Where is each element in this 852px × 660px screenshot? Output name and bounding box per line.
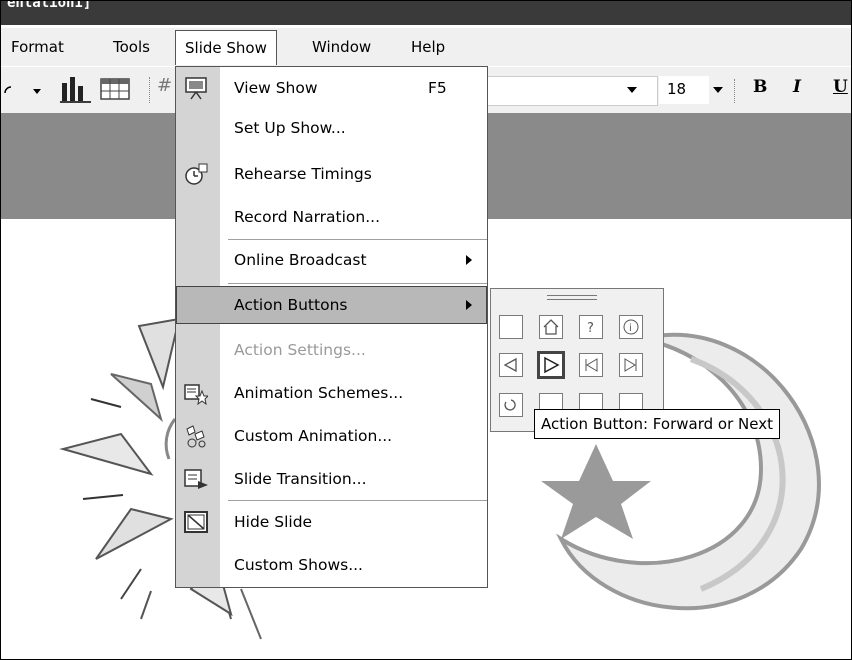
menu-format[interactable]: Format (11, 30, 64, 64)
palette-drag-handle[interactable] (547, 299, 597, 300)
menu-item-set-up-show[interactable]: Set Up Show... (176, 109, 487, 147)
menu-item-action-buttons[interactable]: Action Buttons (176, 286, 487, 324)
window-title: entation1] (7, 0, 92, 11)
menu-item-slide-transition[interactable]: Slide Transition... (176, 460, 487, 498)
menu-item-label: Record Narration... (234, 208, 381, 226)
bold-button[interactable]: B (753, 77, 767, 97)
menu-item-view-show[interactable]: View Show F5 (176, 69, 487, 107)
action-button-back-or-previous[interactable] (499, 353, 523, 377)
action-button-forward-or-next[interactable] (537, 351, 565, 379)
forward-arrow-icon (544, 356, 560, 374)
submenu-arrow-icon (466, 300, 472, 310)
hide-slide-icon (184, 511, 208, 533)
action-button-information[interactable]: i (619, 315, 643, 339)
back-arrow-icon (503, 357, 517, 373)
powerpoint-window: entation1] Format Tools Slide Show Windo… (0, 0, 852, 660)
return-icon (504, 399, 516, 411)
toolbar-separator (149, 77, 152, 103)
menu-help[interactable]: Help (411, 30, 445, 64)
menu-item-custom-shows[interactable]: Custom Shows... (176, 546, 487, 584)
menu-item-label: Rehearse Timings (234, 165, 372, 183)
font-name-dropdown-icon[interactable] (625, 83, 639, 95)
custom-animation-icon (186, 425, 206, 448)
tooltip: Action Button: Forward or Next (534, 409, 780, 439)
rehearse-timings-icon (185, 163, 208, 185)
title-bar: entation1] (1, 1, 851, 25)
slide-show-menu: View Show F5 Set Up Show... Rehearse Tim… (175, 66, 488, 588)
menu-item-online-broadcast[interactable]: Online Broadcast (176, 241, 487, 279)
menu-item-label: View Show (234, 79, 318, 97)
slide-transition-icon (184, 469, 208, 489)
menu-item-label: Animation Schemes... (234, 384, 404, 402)
insert-chart-icon[interactable] (59, 73, 93, 105)
menu-item-label: Slide Transition... (234, 470, 367, 488)
font-size-box[interactable]: 18 (659, 76, 709, 104)
menu-item-rehearse-timings[interactable]: Rehearse Timings (176, 155, 487, 193)
information-icon: i (623, 319, 639, 335)
menu-item-label: Custom Animation... (234, 427, 393, 445)
undo-dropdown-icon[interactable] (3, 77, 43, 105)
view-show-icon (185, 77, 207, 100)
menu-item-animation-schemes[interactable]: Animation Schemes... (176, 374, 487, 412)
action-button-return[interactable] (499, 393, 523, 417)
toolbar-separator (734, 79, 737, 103)
submenu-arrow-icon (466, 255, 472, 265)
palette-drag-handle[interactable] (547, 295, 597, 296)
font-size-dropdown-icon[interactable] (711, 83, 725, 95)
menu-separator (228, 283, 487, 284)
action-button-beginning[interactable] (579, 353, 603, 377)
menu-window[interactable]: Window (312, 30, 371, 64)
home-icon (543, 319, 559, 335)
action-button-custom[interactable] (499, 315, 523, 339)
menu-item-action-settings[interactable]: Action Settings... (176, 331, 487, 369)
menu-bar: Format Tools Slide Show Window Help (1, 28, 851, 66)
action-button-end[interactable] (619, 353, 643, 377)
shortcut-label: F5 (428, 79, 447, 97)
menu-separator (228, 500, 487, 501)
menu-tools[interactable]: Tools (113, 30, 150, 64)
svg-text:i: i (629, 323, 632, 334)
italic-button[interactable]: I (793, 77, 801, 97)
menu-item-label: Set Up Show... (234, 119, 346, 137)
action-button-home[interactable] (539, 315, 563, 339)
beginning-icon (585, 358, 598, 372)
menu-separator (228, 239, 487, 240)
svg-text:?: ? (587, 321, 594, 336)
action-button-help[interactable]: ? (579, 315, 603, 339)
grid-icon[interactable]: # (157, 75, 172, 96)
menu-item-custom-animation[interactable]: Custom Animation... (176, 417, 487, 455)
menu-slide-show[interactable]: Slide Show (175, 30, 277, 65)
menu-item-record-narration[interactable]: Record Narration... (176, 198, 487, 236)
menu-item-label: Online Broadcast (234, 251, 367, 269)
menu-item-label: Hide Slide (234, 513, 313, 531)
menu-item-label: Action Settings... (234, 341, 366, 359)
underline-button[interactable]: U (833, 77, 848, 97)
menu-item-hide-slide[interactable]: Hide Slide (176, 503, 487, 541)
insert-table-icon[interactable] (99, 76, 133, 102)
menu-item-label: Action Buttons (234, 296, 348, 314)
font-size-value: 18 (667, 80, 687, 98)
animation-schemes-icon (184, 384, 208, 405)
menu-item-label: Custom Shows... (234, 556, 363, 574)
help-icon: ? (587, 321, 594, 336)
end-icon (624, 358, 637, 372)
